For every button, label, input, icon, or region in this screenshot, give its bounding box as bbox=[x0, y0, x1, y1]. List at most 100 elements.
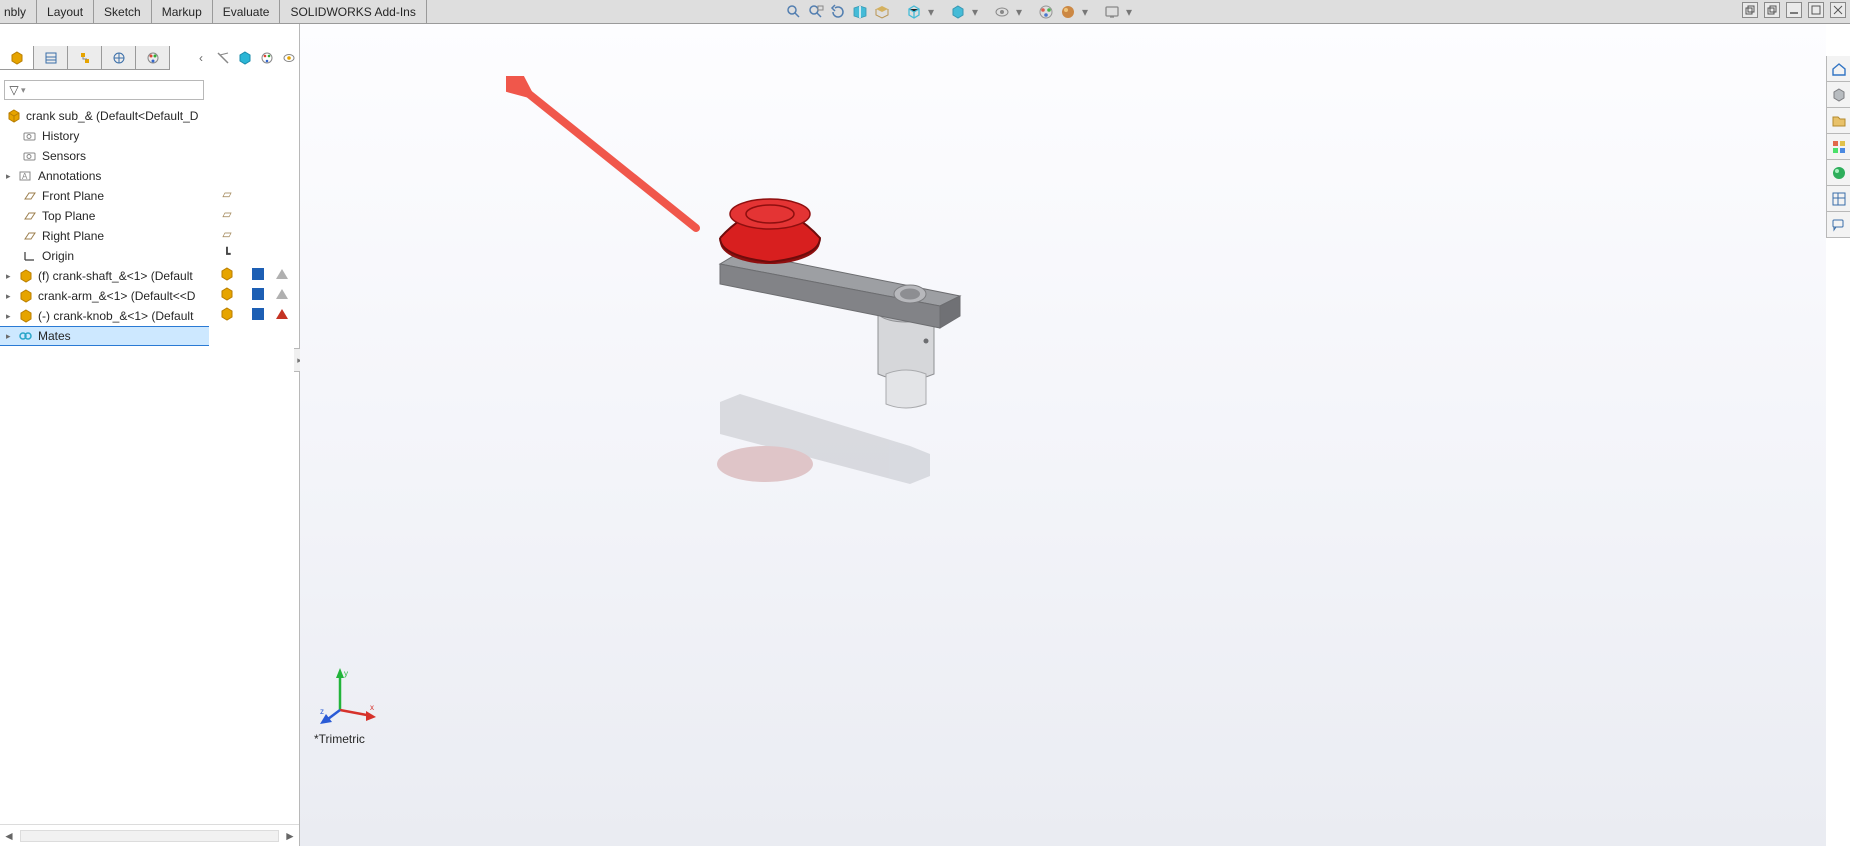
apply-scene-chevron-icon[interactable]: ▾ bbox=[1081, 3, 1089, 21]
tab-evaluate[interactable]: Evaluate bbox=[213, 0, 281, 23]
part-cube-icon[interactable] bbox=[220, 287, 234, 301]
tree-part-crank-arm[interactable]: ▸ crank-arm_&<1> (Default<<D bbox=[0, 286, 209, 306]
scroll-track[interactable] bbox=[20, 830, 279, 842]
part-icon bbox=[18, 289, 34, 303]
taskpane-custom-properties[interactable] bbox=[1827, 186, 1850, 212]
zoom-to-area-icon[interactable] bbox=[807, 3, 825, 21]
sensors-icon bbox=[22, 149, 38, 163]
orientation-triad[interactable]: y x z bbox=[318, 666, 378, 726]
caret-icon[interactable]: ▸ bbox=[6, 271, 14, 282]
tree-top-plane[interactable]: Top Plane bbox=[0, 206, 209, 226]
taskpane-view-palette[interactable] bbox=[1827, 134, 1850, 160]
hide-show-chevron-icon[interactable]: ▾ bbox=[1015, 3, 1023, 21]
taskpane-appearances[interactable] bbox=[1827, 160, 1850, 186]
scroll-right-icon[interactable]: ► bbox=[281, 829, 299, 843]
taskpane-forum[interactable] bbox=[1827, 212, 1850, 238]
task-pane bbox=[1826, 56, 1850, 238]
feature-manager-tab[interactable] bbox=[0, 46, 34, 69]
tree-part-crank-shaft[interactable]: ▸ (f) crank-shaft_&<1> (Default bbox=[0, 266, 209, 286]
caret-icon[interactable]: ▸ bbox=[6, 291, 14, 302]
dimxpert-manager-tab[interactable] bbox=[102, 46, 136, 69]
caret-icon[interactable]: ▸ bbox=[6, 171, 14, 182]
part-cube-icon[interactable] bbox=[220, 307, 234, 321]
caret-icon[interactable]: ▸ bbox=[6, 311, 14, 322]
tree-sensors[interactable]: Sensors bbox=[0, 146, 209, 166]
tab-markup[interactable]: Markup bbox=[152, 0, 213, 23]
display-manager-tab[interactable] bbox=[136, 46, 170, 69]
assembly-icon bbox=[6, 109, 22, 123]
tree-history-label: History bbox=[42, 129, 79, 143]
tree-mates[interactable]: ▸ Mates bbox=[0, 326, 209, 346]
view-settings-chevron-icon[interactable]: ▾ bbox=[1125, 3, 1133, 21]
appearance-filter-icon[interactable] bbox=[258, 49, 276, 67]
restore-button[interactable] bbox=[1764, 2, 1780, 18]
feature-tree: crank sub_& (Default<Default_D History S… bbox=[0, 104, 209, 818]
plane-icon bbox=[22, 209, 38, 223]
dynamic-annotation-icon[interactable] bbox=[873, 3, 891, 21]
crank-knob-part[interactable] bbox=[720, 199, 820, 264]
edit-appearance-icon[interactable] bbox=[1037, 3, 1055, 21]
appearance-glyph-icon[interactable] bbox=[276, 269, 288, 279]
tree-origin[interactable]: Origin bbox=[0, 246, 209, 266]
hide-show-filter-icon[interactable] bbox=[214, 49, 232, 67]
appearance-glyph-icon[interactable] bbox=[276, 309, 288, 319]
tree-front-plane[interactable]: Front Plane bbox=[0, 186, 209, 206]
tab-addins[interactable]: SOLIDWORKS Add-Ins bbox=[280, 0, 426, 23]
tree-top-plane-label: Top Plane bbox=[42, 209, 95, 223]
display-style-icon[interactable] bbox=[949, 3, 967, 21]
maximize-button[interactable] bbox=[1808, 2, 1824, 18]
plane-glyph-icon[interactable]: ▱ bbox=[222, 227, 231, 241]
view-orientation-chevron-icon[interactable]: ▾ bbox=[927, 3, 935, 21]
display-mode-icon[interactable] bbox=[252, 308, 264, 320]
assembly-model[interactable] bbox=[660, 134, 1040, 514]
crank-arm-part[interactable] bbox=[720, 252, 960, 328]
triad-y-label: y bbox=[344, 669, 348, 678]
origin-glyph-icon[interactable]: ┗ bbox=[223, 247, 230, 261]
panel-horizontal-scrollbar[interactable]: ◄ ► bbox=[0, 824, 299, 846]
display-style-chevron-icon[interactable]: ▾ bbox=[971, 3, 979, 21]
tree-right-plane-label: Right Plane bbox=[42, 229, 104, 243]
caret-icon[interactable]: ▸ bbox=[6, 331, 14, 342]
graphics-viewport[interactable]: y x z *Trimetric bbox=[300, 24, 1826, 846]
heads-up-toolbar: ▾ ▾ ▾ ▾ ▾ bbox=[785, 2, 1133, 22]
display-mode-icon[interactable] bbox=[252, 288, 264, 300]
scroll-left-icon[interactable]: ◄ bbox=[0, 829, 18, 843]
part-cube-icon[interactable] bbox=[220, 267, 234, 281]
restore-child-button[interactable] bbox=[1742, 2, 1758, 18]
feature-manager-panel: ‹ ▽ ▾ crank sub_& (Default<Default_D His… bbox=[0, 24, 300, 846]
tree-root[interactable]: crank sub_& (Default<Default_D bbox=[0, 106, 209, 126]
display-mode-filter-icon[interactable] bbox=[236, 49, 254, 67]
taskpane-home[interactable] bbox=[1827, 56, 1850, 82]
tab-sketch[interactable]: Sketch bbox=[94, 0, 152, 23]
close-button[interactable] bbox=[1830, 2, 1846, 18]
apply-scene-icon[interactable] bbox=[1059, 3, 1077, 21]
minimize-button[interactable] bbox=[1786, 2, 1802, 18]
property-manager-tab[interactable] bbox=[34, 46, 68, 69]
tab-layout[interactable]: Layout bbox=[37, 0, 94, 23]
display-mode-icon[interactable] bbox=[252, 268, 264, 280]
view-orientation-icon[interactable] bbox=[905, 3, 923, 21]
configuration-manager-tab[interactable] bbox=[68, 46, 102, 69]
tree-history[interactable]: History bbox=[0, 126, 209, 146]
view-settings-icon[interactable] bbox=[1103, 3, 1121, 21]
window-controls bbox=[1742, 2, 1846, 18]
previous-view-icon[interactable] bbox=[829, 3, 847, 21]
tree-origin-label: Origin bbox=[42, 249, 74, 263]
taskpane-resources[interactable] bbox=[1827, 82, 1850, 108]
section-view-icon[interactable] bbox=[851, 3, 869, 21]
collapse-display-pane-icon[interactable]: ‹ bbox=[192, 49, 210, 67]
triad-x-label: x bbox=[370, 703, 374, 712]
hide-show-items-icon[interactable] bbox=[993, 3, 1011, 21]
appearance-glyph-icon[interactable] bbox=[276, 289, 288, 299]
zoom-to-fit-icon[interactable] bbox=[785, 3, 803, 21]
tree-filter[interactable]: ▽ ▾ bbox=[4, 80, 204, 100]
plane-glyph-icon[interactable]: ▱ bbox=[222, 187, 231, 201]
tree-right-plane[interactable]: Right Plane bbox=[0, 226, 209, 246]
tree-part-crank-knob[interactable]: ▸ (-) crank-knob_&<1> (Default bbox=[0, 306, 209, 326]
tree-annotations[interactable]: ▸ A Annotations bbox=[0, 166, 209, 186]
plane-glyph-icon[interactable]: ▱ bbox=[222, 207, 231, 221]
transparency-filter-icon[interactable] bbox=[280, 49, 298, 67]
tab-assembly[interactable]: nbly bbox=[0, 0, 37, 23]
part-icon bbox=[18, 309, 34, 323]
taskpane-file-explorer[interactable] bbox=[1827, 108, 1850, 134]
